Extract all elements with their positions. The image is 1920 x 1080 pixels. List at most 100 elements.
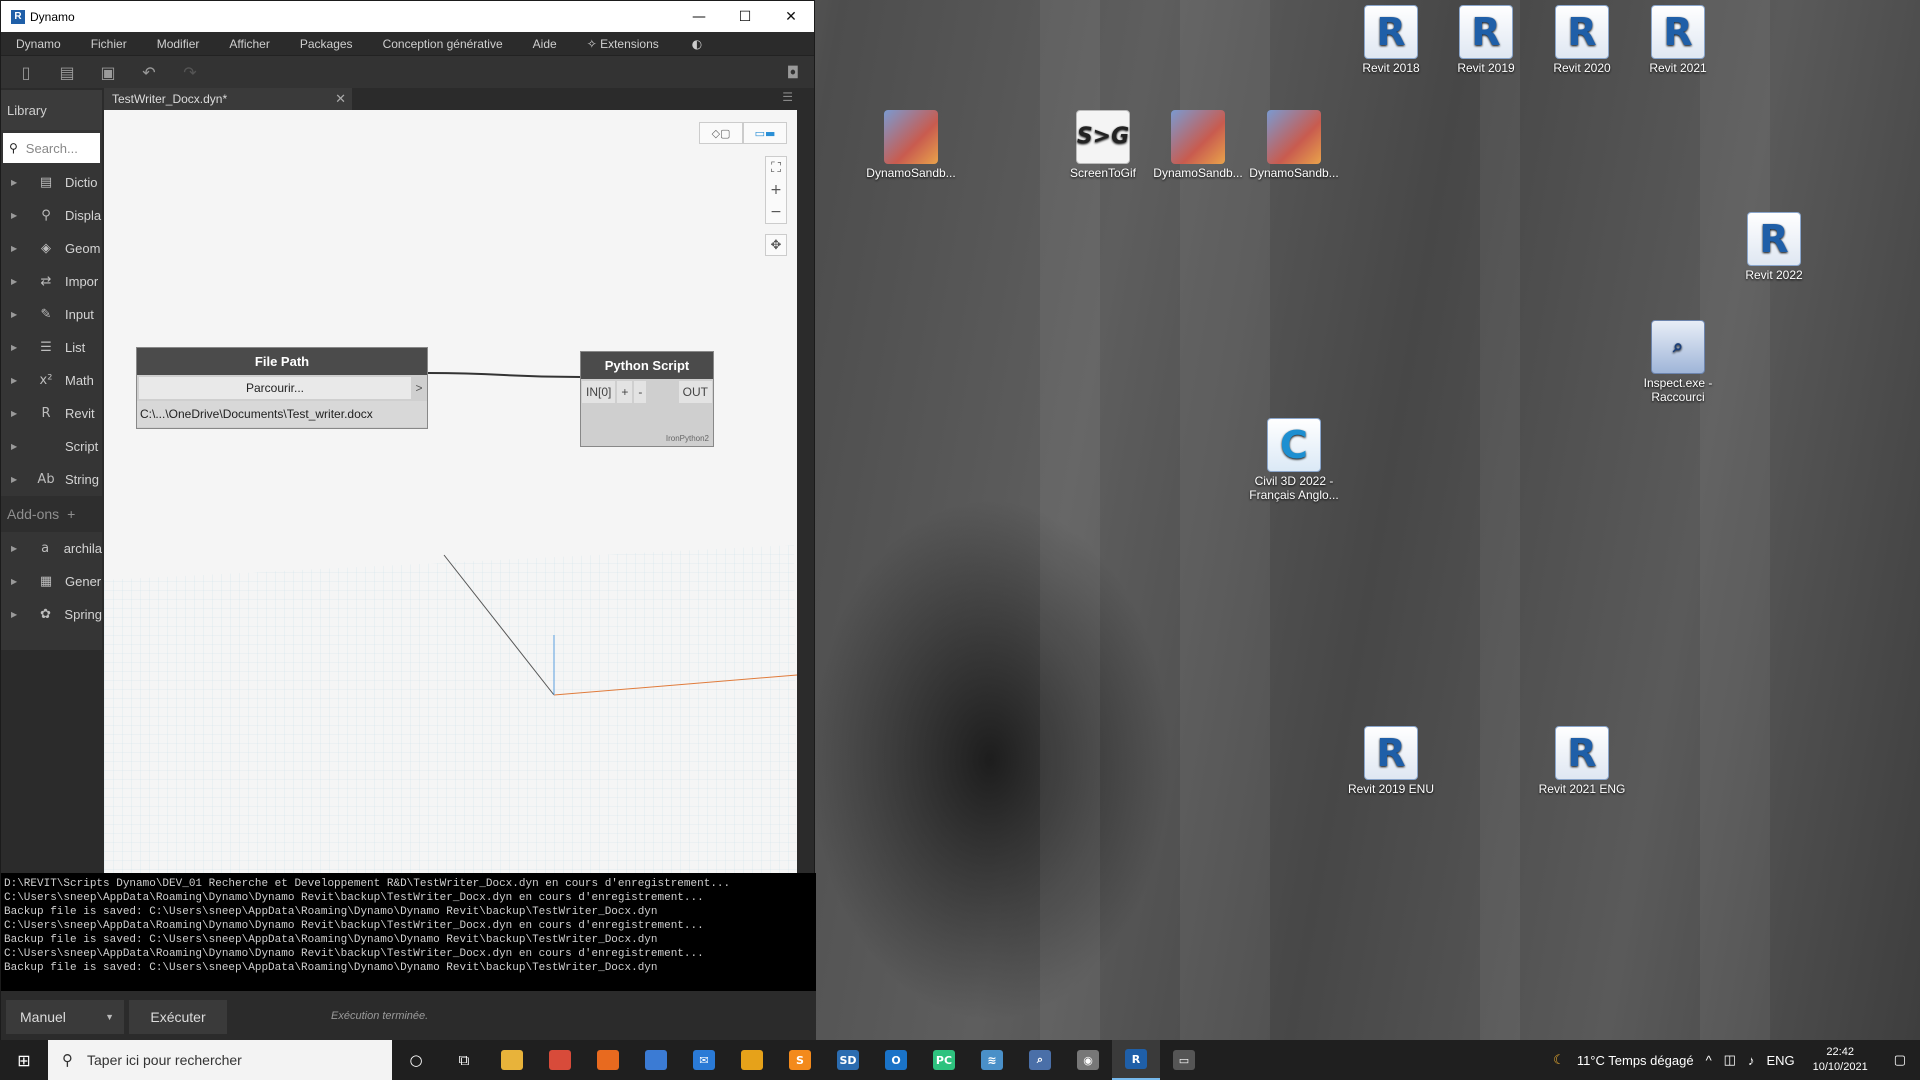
minimize-icon[interactable]: — (676, 1, 722, 32)
desktop-shortcut[interactable]: DynamoSandb... (1246, 110, 1342, 180)
browse-button[interactable]: Parcourir... (139, 377, 411, 399)
library-category-displa[interactable]: ▶ ⚲ Displa (1, 199, 102, 232)
graph-canvas[interactable]: ◇▢ ▭▬ ⛶ + − ✥ File Path Parcourir... > C… (104, 110, 797, 873)
library-addon-gener[interactable]: ▶ ▦ Gener (1, 565, 102, 598)
menu-modifier[interactable]: Modifier (142, 37, 215, 51)
desktop-shortcut[interactable]: R Revit 2021 (1630, 5, 1726, 75)
file-path-node[interactable]: File Path Parcourir... > C:\...\OneDrive… (136, 347, 428, 429)
taskbar-app[interactable] (584, 1040, 632, 1080)
clock[interactable]: 22:42 10/10/2021 (1801, 1045, 1880, 1075)
tab-menu-icon[interactable]: ☰ (782, 90, 793, 104)
menu-dynamo[interactable]: Dynamo (1, 37, 76, 51)
weather-text[interactable]: 11°C Temps dégagé (1571, 1053, 1700, 1068)
desktop-shortcut[interactable]: DynamoSandb... (863, 110, 959, 180)
desktop-shortcut[interactable]: R Revit 2019 ENU (1343, 726, 1439, 796)
taskbar-app[interactable]: ⧉ (440, 1040, 488, 1080)
network-icon[interactable]: ◫ (1718, 1052, 1742, 1068)
screenshot-icon[interactable]: ◘ (780, 60, 806, 84)
desktop-shortcut[interactable]: DynamoSandb... (1150, 110, 1246, 180)
desktop-shortcut[interactable]: S>G ScreenToGif (1055, 110, 1151, 180)
python-script-node[interactable]: Python Script IN[0] + - OUT IronPython2 (580, 351, 714, 447)
taskbar-app[interactable]: ≋ (968, 1040, 1016, 1080)
window-title: Dynamo (30, 9, 75, 24)
taskbar-app[interactable]: O (872, 1040, 920, 1080)
run-mode-value: Manuel (20, 1009, 66, 1025)
library-category-dictio[interactable]: ▶ ▤ Dictio (1, 166, 102, 199)
undo-icon[interactable]: ↶ (136, 60, 162, 84)
redo-icon[interactable]: ↷ (177, 60, 203, 84)
library-category-geom[interactable]: ▶ ◈ Geom (1, 232, 102, 265)
close-icon[interactable]: ✕ (768, 1, 814, 32)
save-icon[interactable]: ▣ (95, 60, 121, 84)
desktop-shortcut[interactable]: R Revit 2020 (1534, 5, 1630, 75)
menu-extensions[interactable]: ✧ Extensions (572, 37, 674, 51)
library-category-revit[interactable]: ▶ R Revit (1, 397, 102, 430)
expand-arrow-icon: ▶ (11, 577, 18, 586)
addons-header[interactable]: Add-ons + (1, 496, 102, 532)
console-output: D:\REVIT\Scripts Dynamo\DEV_01 Recherche… (1, 873, 816, 991)
tab-testwriter-docx[interactable]: TestWriter_Docx.dyn* ✕ (104, 88, 352, 110)
library-category-list[interactable]: ▶ ☰ List (1, 331, 102, 364)
add-icon[interactable]: + (67, 506, 75, 522)
taskbar-app[interactable]: ▭ (1160, 1040, 1208, 1080)
expand-arrow-icon: ▶ (11, 610, 18, 619)
taskbar-app[interactable] (536, 1040, 584, 1080)
output-port[interactable]: > (411, 381, 427, 395)
taskbar-app[interactable]: SD (824, 1040, 872, 1080)
weather-icon[interactable]: ☾ (1547, 1052, 1571, 1068)
console-line: C:\Users\sneep\AppData\Roaming\Dynamo\Dy… (4, 920, 704, 932)
revit-shortcut-icon: R (1747, 212, 1801, 266)
taskbar-app[interactable]: PC (920, 1040, 968, 1080)
language-indicator[interactable]: ENG (1760, 1053, 1800, 1068)
new-file-icon[interactable]: ▯ (13, 60, 39, 84)
taskbar-search-input[interactable]: ⚲ Taper ici pour rechercher (48, 1040, 392, 1080)
clock-date: 10/10/2021 (1812, 1061, 1868, 1073)
menu-fichier[interactable]: Fichier (76, 37, 142, 51)
taskbar-app[interactable] (728, 1040, 776, 1080)
menu-packages[interactable]: Packages (285, 37, 368, 51)
run-button[interactable]: Exécuter (129, 1000, 227, 1034)
library-category-string[interactable]: ▶ Ab String (1, 463, 102, 496)
taskbar-app[interactable]: ⌕ (1016, 1040, 1064, 1080)
maximize-icon[interactable]: ☐ (722, 1, 768, 32)
menu-afficher[interactable]: Afficher (214, 37, 284, 51)
taskbar-app[interactable]: ○ (392, 1040, 440, 1080)
tray-chevron-icon[interactable]: ^ (1700, 1053, 1718, 1068)
remove-input-button[interactable]: - (634, 381, 647, 403)
library-category-math[interactable]: ▶ x² Math (1, 364, 102, 397)
add-input-button[interactable]: + (617, 381, 633, 403)
notification-toggle-icon[interactable]: ◐ (692, 37, 702, 51)
taskbar-app[interactable]: S (776, 1040, 824, 1080)
clock-time: 22:42 (1826, 1046, 1854, 1058)
taskbar-app[interactable]: ✉ (680, 1040, 728, 1080)
taskbar-app[interactable] (488, 1040, 536, 1080)
library-category-impor[interactable]: ▶ ⇄ Impor (1, 265, 102, 298)
title-bar[interactable]: R Dynamo — ☐ ✕ (1, 1, 814, 32)
taskbar-app[interactable]: ◉ (1064, 1040, 1112, 1080)
desktop-shortcut[interactable]: R Revit 2018 (1343, 5, 1439, 75)
library-category-script[interactable]: ▶ Script (1, 430, 102, 463)
desktop-shortcut[interactable]: ⌕ Inspect.exe - Raccourci (1630, 320, 1726, 404)
task-view-icon: ⧉ (458, 1051, 470, 1069)
menu-conception-generative[interactable]: Conception générative (368, 37, 518, 51)
windows-start-icon[interactable]: ⊞ (0, 1040, 48, 1080)
library-addon-archila[interactable]: ▶ a archila (1, 532, 102, 565)
library-search-input[interactable]: ⚲ Search... (3, 133, 100, 163)
library-addon-spring[interactable]: ▶ ✿ Spring (1, 598, 102, 631)
notifications-icon[interactable]: ▢ (1880, 1052, 1920, 1068)
taskbar-app[interactable]: R (1112, 1040, 1160, 1080)
open-file-icon[interactable]: ▤ (54, 60, 80, 84)
close-tab-icon[interactable]: ✕ (335, 91, 346, 107)
menu-aide[interactable]: Aide (518, 37, 572, 51)
input-port-in0[interactable]: IN[0] (582, 381, 616, 403)
sublime-icon: S (789, 1050, 811, 1070)
desktop-shortcut[interactable]: R Revit 2019 (1438, 5, 1534, 75)
desktop-shortcut[interactable]: R Revit 2022 (1726, 212, 1822, 282)
desktop-shortcut[interactable]: C Civil 3D 2022 - Français Anglo... (1246, 418, 1342, 502)
library-category-input[interactable]: ▶ ✎ Input (1, 298, 102, 331)
desktop-shortcut[interactable]: R Revit 2021 ENG (1534, 726, 1630, 796)
output-port-out[interactable]: OUT (678, 381, 712, 403)
taskbar-app[interactable] (632, 1040, 680, 1080)
run-mode-dropdown[interactable]: Manuel ▼ (6, 1000, 124, 1034)
volume-icon[interactable]: ♪ (1742, 1053, 1761, 1068)
